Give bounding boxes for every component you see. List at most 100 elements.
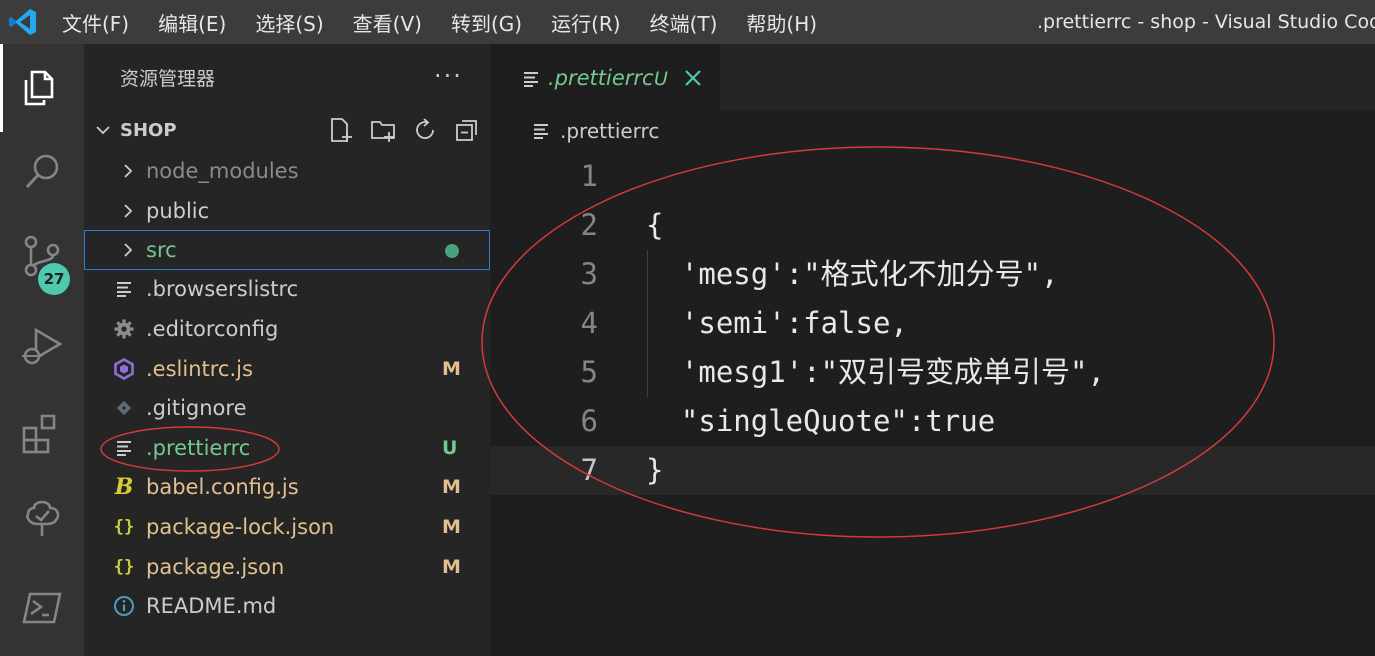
menu-terminal[interactable]: 终端(T) bbox=[650, 8, 718, 37]
babel-icon: B bbox=[114, 474, 134, 500]
tree-item-node-modules[interactable]: node_modules bbox=[84, 151, 490, 191]
eslint-icon bbox=[112, 357, 136, 381]
git-icon bbox=[112, 396, 136, 420]
scm-badge: 27 bbox=[38, 263, 70, 295]
json-icon: {} bbox=[113, 557, 135, 577]
gear-icon bbox=[112, 317, 136, 341]
run-debug-icon[interactable] bbox=[0, 306, 84, 386]
remote-explorer-icon[interactable] bbox=[0, 478, 84, 558]
git-status-modified: M bbox=[442, 358, 461, 380]
file-name: README.md bbox=[146, 594, 277, 618]
tree-item-browserslistrc[interactable]: .browserslistrc bbox=[84, 269, 490, 309]
close-icon[interactable] bbox=[680, 65, 706, 91]
file-name: package-lock.json bbox=[146, 515, 335, 539]
line-text: 'mesg':"格式化不加分号", bbox=[646, 257, 1059, 291]
new-file-icon[interactable] bbox=[320, 116, 362, 144]
tree-item-editorconfig[interactable]: .editorconfig bbox=[84, 309, 490, 349]
tab-git-status: U bbox=[654, 68, 668, 90]
chevron-right-icon bbox=[124, 204, 133, 218]
line-number: 3 bbox=[580, 257, 598, 291]
line-number: 1 bbox=[580, 159, 598, 193]
menu-help[interactable]: 帮助(H) bbox=[746, 8, 817, 37]
code-line: 6 "singleQuote":true bbox=[490, 397, 1375, 446]
vscode-logo-icon bbox=[0, 0, 46, 44]
tree-item-src[interactable]: src bbox=[84, 230, 490, 270]
line-text: 'semi':false, bbox=[646, 306, 908, 340]
menu-run[interactable]: 运行(R) bbox=[551, 8, 621, 37]
file-name: package.json bbox=[146, 555, 285, 579]
title-bar: 文件(F) 编辑(E) 选择(S) 查看(V) 转到(G) 运行(R) 终端(T… bbox=[0, 0, 1375, 44]
git-status-modified: M bbox=[442, 516, 461, 538]
git-status-untracked: U bbox=[442, 437, 458, 459]
indent-guide bbox=[647, 250, 648, 397]
explorer-sidebar: 资源管理器 ··· SHOP node_modules public src .… bbox=[84, 44, 490, 656]
tab-label: .prettierrc bbox=[548, 66, 654, 90]
text-file-icon bbox=[112, 277, 136, 301]
code-line: 1 bbox=[490, 152, 1375, 201]
new-folder-icon[interactable] bbox=[362, 116, 404, 144]
file-name: .editorconfig bbox=[146, 317, 279, 341]
file-name: .prettierrc bbox=[146, 436, 251, 460]
text-file-icon bbox=[534, 124, 548, 139]
line-number: 7 bbox=[580, 453, 598, 487]
code-line: 2{ bbox=[490, 201, 1375, 250]
chevron-down-icon bbox=[96, 126, 110, 135]
line-number: 2 bbox=[580, 208, 598, 242]
git-change-dot bbox=[445, 244, 459, 258]
menu-edit[interactable]: 编辑(E) bbox=[158, 8, 226, 37]
code-line-current: 7} bbox=[490, 446, 1375, 495]
active-indicator bbox=[0, 44, 3, 132]
code-editor[interactable]: 1 2{ 3 'mesg':"格式化不加分号", 4 'semi':false,… bbox=[490, 152, 1375, 552]
tree-item-eslintrc[interactable]: .eslintrc.js M bbox=[84, 349, 490, 389]
line-text: { bbox=[646, 208, 664, 242]
tree-item-package-json[interactable]: {} package.json M bbox=[84, 547, 490, 587]
tree-item-babel-config[interactable]: B babel.config.js M bbox=[84, 467, 490, 507]
code-line: 5 'mesg1':"双引号变成单引号", bbox=[490, 348, 1375, 397]
file-name: .browserslistrc bbox=[146, 277, 299, 301]
line-text: } bbox=[646, 453, 664, 487]
sidebar-title: 资源管理器 bbox=[120, 68, 216, 90]
chevron-right-icon bbox=[124, 243, 133, 257]
tree-item-prettierrc[interactable]: .prettierrc U bbox=[84, 428, 490, 468]
file-name: node_modules bbox=[146, 159, 299, 183]
info-icon bbox=[112, 594, 136, 618]
tree-item-gitignore[interactable]: .gitignore bbox=[84, 388, 490, 428]
tree-item-readme[interactable]: README.md bbox=[84, 586, 490, 626]
menu-file[interactable]: 文件(F) bbox=[62, 8, 129, 37]
file-name: .gitignore bbox=[146, 396, 247, 420]
menu-selection[interactable]: 选择(S) bbox=[255, 8, 323, 37]
menu-go[interactable]: 转到(G) bbox=[451, 8, 522, 37]
git-status-modified: M bbox=[442, 556, 461, 578]
git-status-modified: M bbox=[442, 476, 461, 498]
tree-item-package-lock[interactable]: {} package-lock.json M bbox=[84, 507, 490, 547]
tab-bar: .prettierrc U bbox=[490, 44, 1375, 110]
tab-prettierrc[interactable]: .prettierrc U bbox=[490, 44, 720, 110]
file-name: src bbox=[146, 238, 177, 262]
refresh-icon[interactable] bbox=[404, 116, 446, 144]
file-name: babel.config.js bbox=[146, 475, 299, 499]
powershell-icon[interactable] bbox=[0, 568, 84, 648]
tree-item-public[interactable]: public bbox=[84, 191, 490, 231]
menu-view[interactable]: 查看(V) bbox=[353, 8, 422, 37]
code-line: 3 'mesg':"格式化不加分号", bbox=[490, 250, 1375, 299]
file-name: public bbox=[146, 199, 210, 223]
breadcrumb[interactable]: .prettierrc bbox=[532, 114, 659, 148]
line-number: 6 bbox=[580, 404, 598, 438]
explorer-icon[interactable] bbox=[0, 44, 84, 132]
text-file-icon bbox=[112, 436, 136, 460]
line-number: 5 bbox=[580, 355, 598, 389]
search-icon[interactable] bbox=[0, 132, 84, 212]
chevron-right-icon bbox=[124, 164, 133, 178]
breadcrumb-file: .prettierrc bbox=[560, 119, 660, 143]
file-name: .eslintrc.js bbox=[146, 357, 253, 381]
text-file-icon bbox=[524, 72, 538, 87]
collapse-all-icon[interactable] bbox=[446, 116, 488, 144]
more-actions-icon[interactable]: ··· bbox=[434, 44, 463, 114]
extensions-icon[interactable] bbox=[0, 394, 84, 474]
menu-bar: 文件(F) 编辑(E) 选择(S) 查看(V) 转到(G) 运行(R) 终端(T… bbox=[62, 8, 846, 37]
line-text: "singleQuote":true bbox=[646, 404, 996, 438]
line-number: 4 bbox=[580, 306, 598, 340]
workspace-section-header[interactable]: SHOP bbox=[84, 110, 490, 150]
editor-area: .prettierrc U .prettierrc 1 2{ 3 'mesg':… bbox=[490, 44, 1375, 656]
workspace-title: SHOP bbox=[120, 119, 177, 141]
